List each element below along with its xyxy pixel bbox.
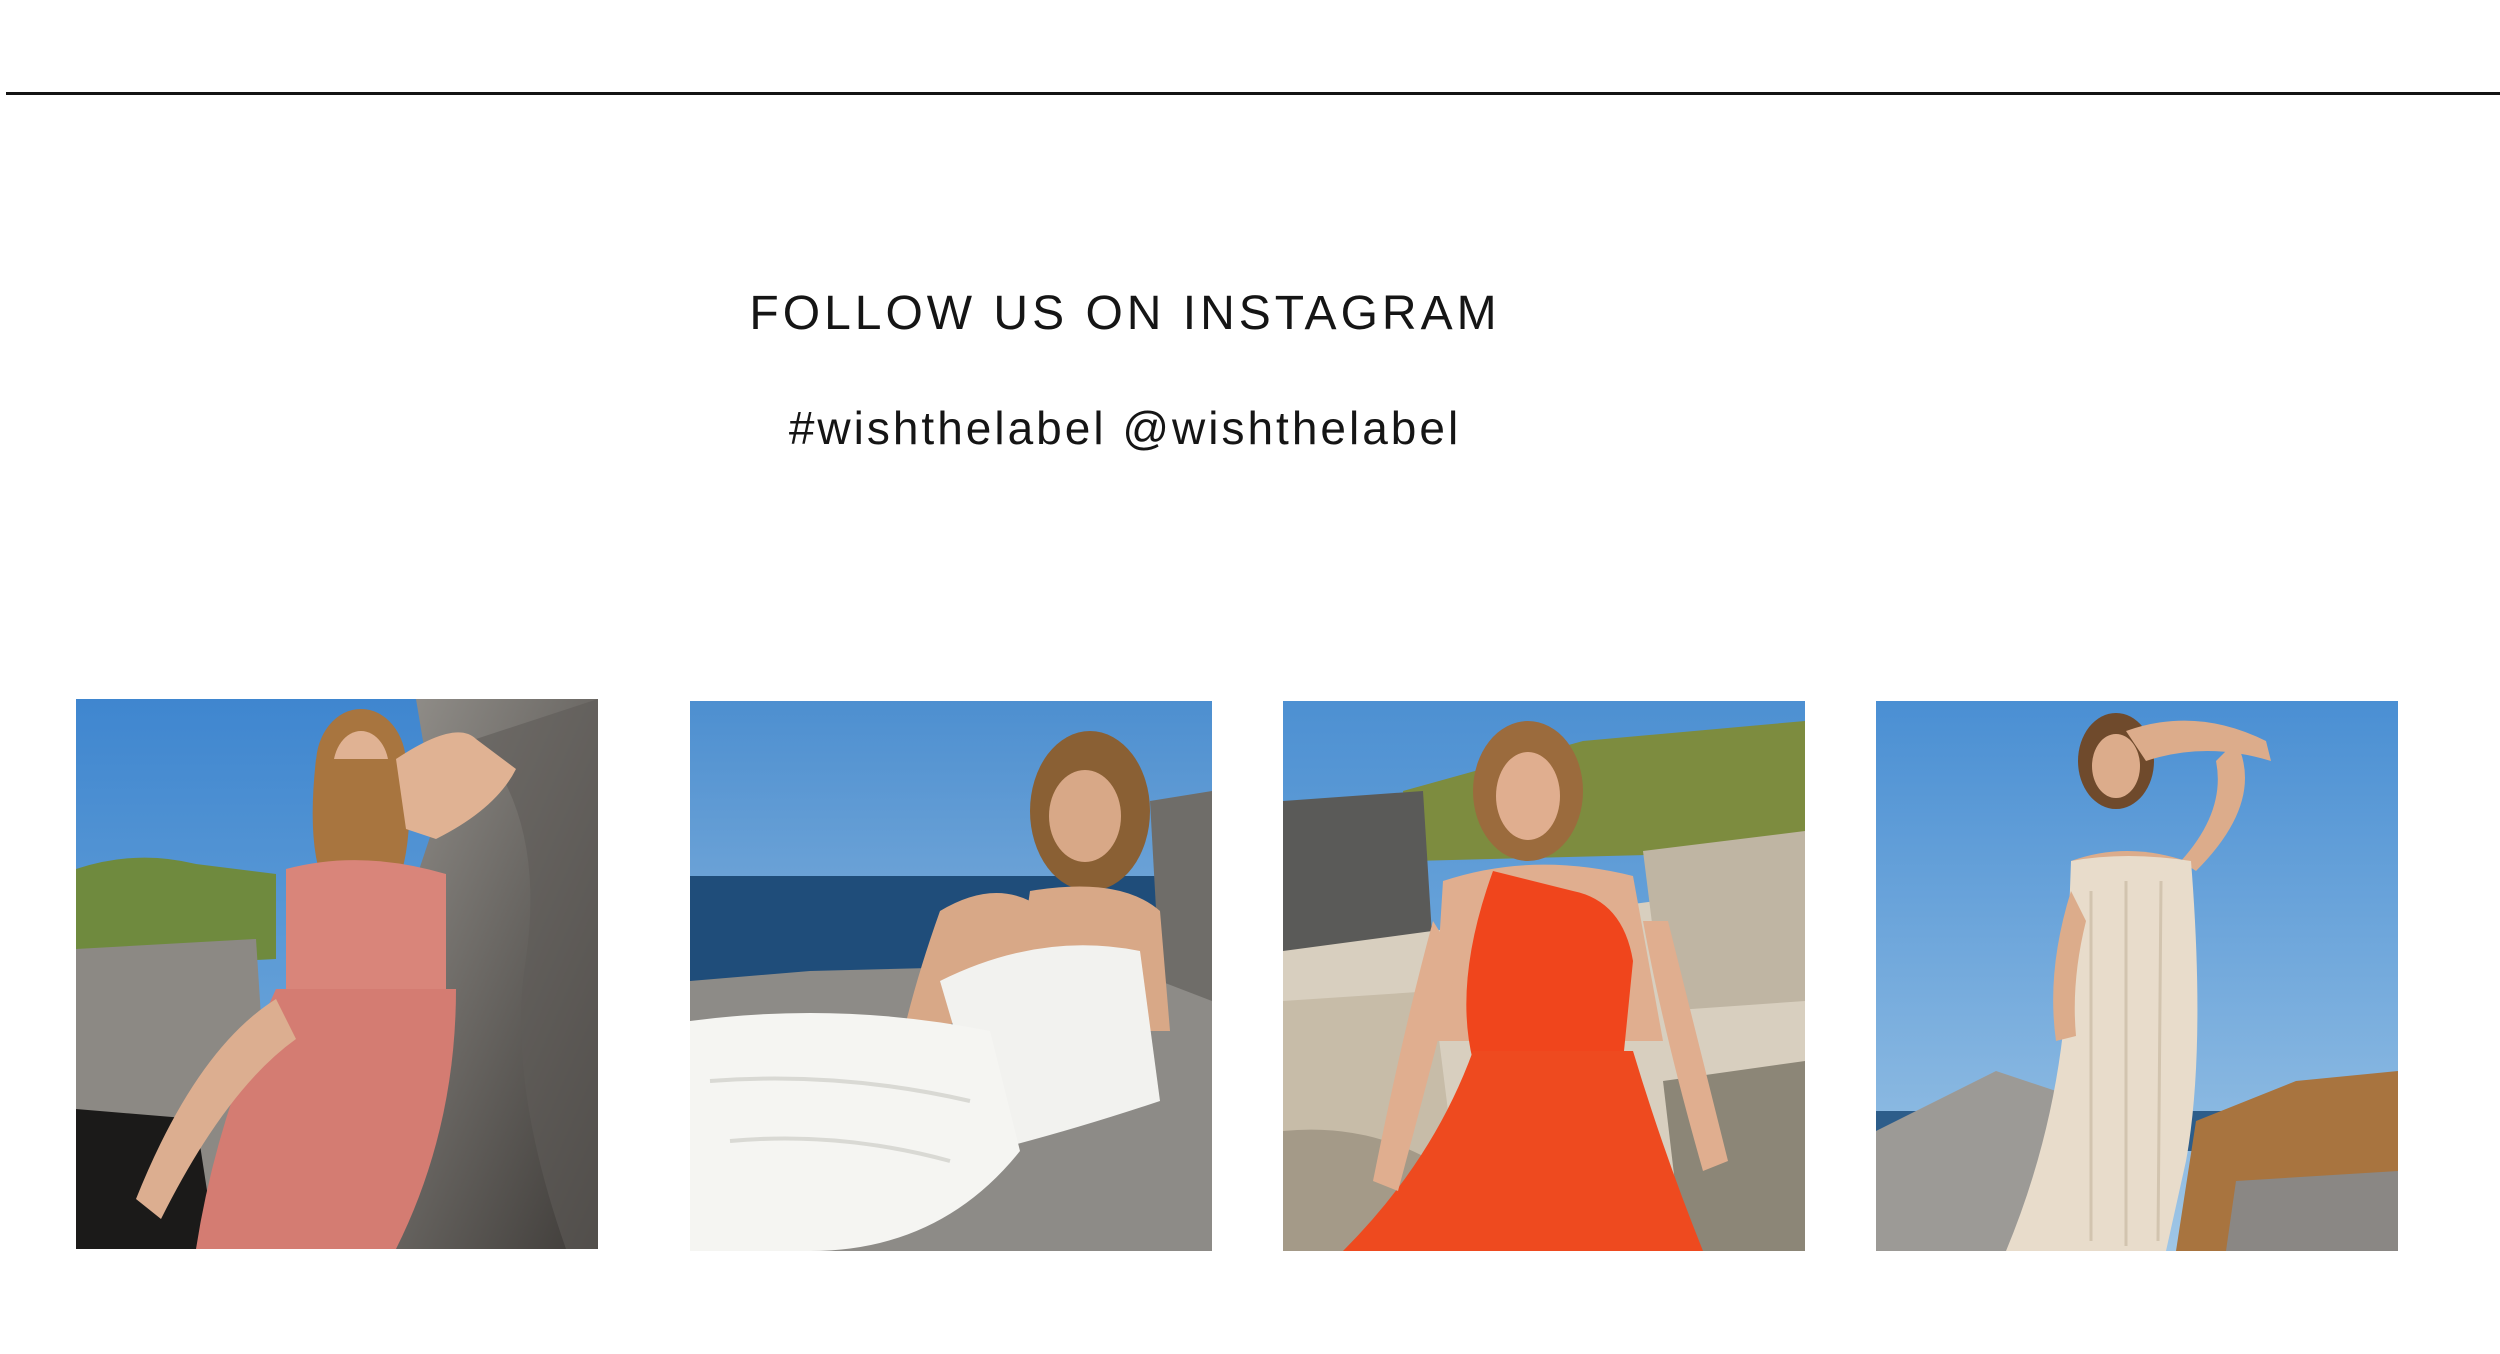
photo-model-cream-dress-icon: [1876, 701, 2398, 1251]
instagram-post-1[interactable]: [76, 699, 598, 1249]
instagram-post-4[interactable]: [1876, 701, 2398, 1251]
section-title: FOLLOW US ON INSTAGRAM: [749, 287, 1501, 340]
photo-model-floral-dress-icon: [76, 699, 598, 1249]
instagram-post-2[interactable]: [690, 701, 1212, 1251]
instagram-post-3[interactable]: [1283, 701, 1805, 1251]
photo-model-white-dress-icon: [690, 701, 1212, 1251]
instagram-handles: #wishthelabel @wishthelabel: [788, 402, 1462, 454]
top-divider: [6, 92, 2500, 95]
photo-model-red-dress-icon: [1283, 701, 1805, 1251]
